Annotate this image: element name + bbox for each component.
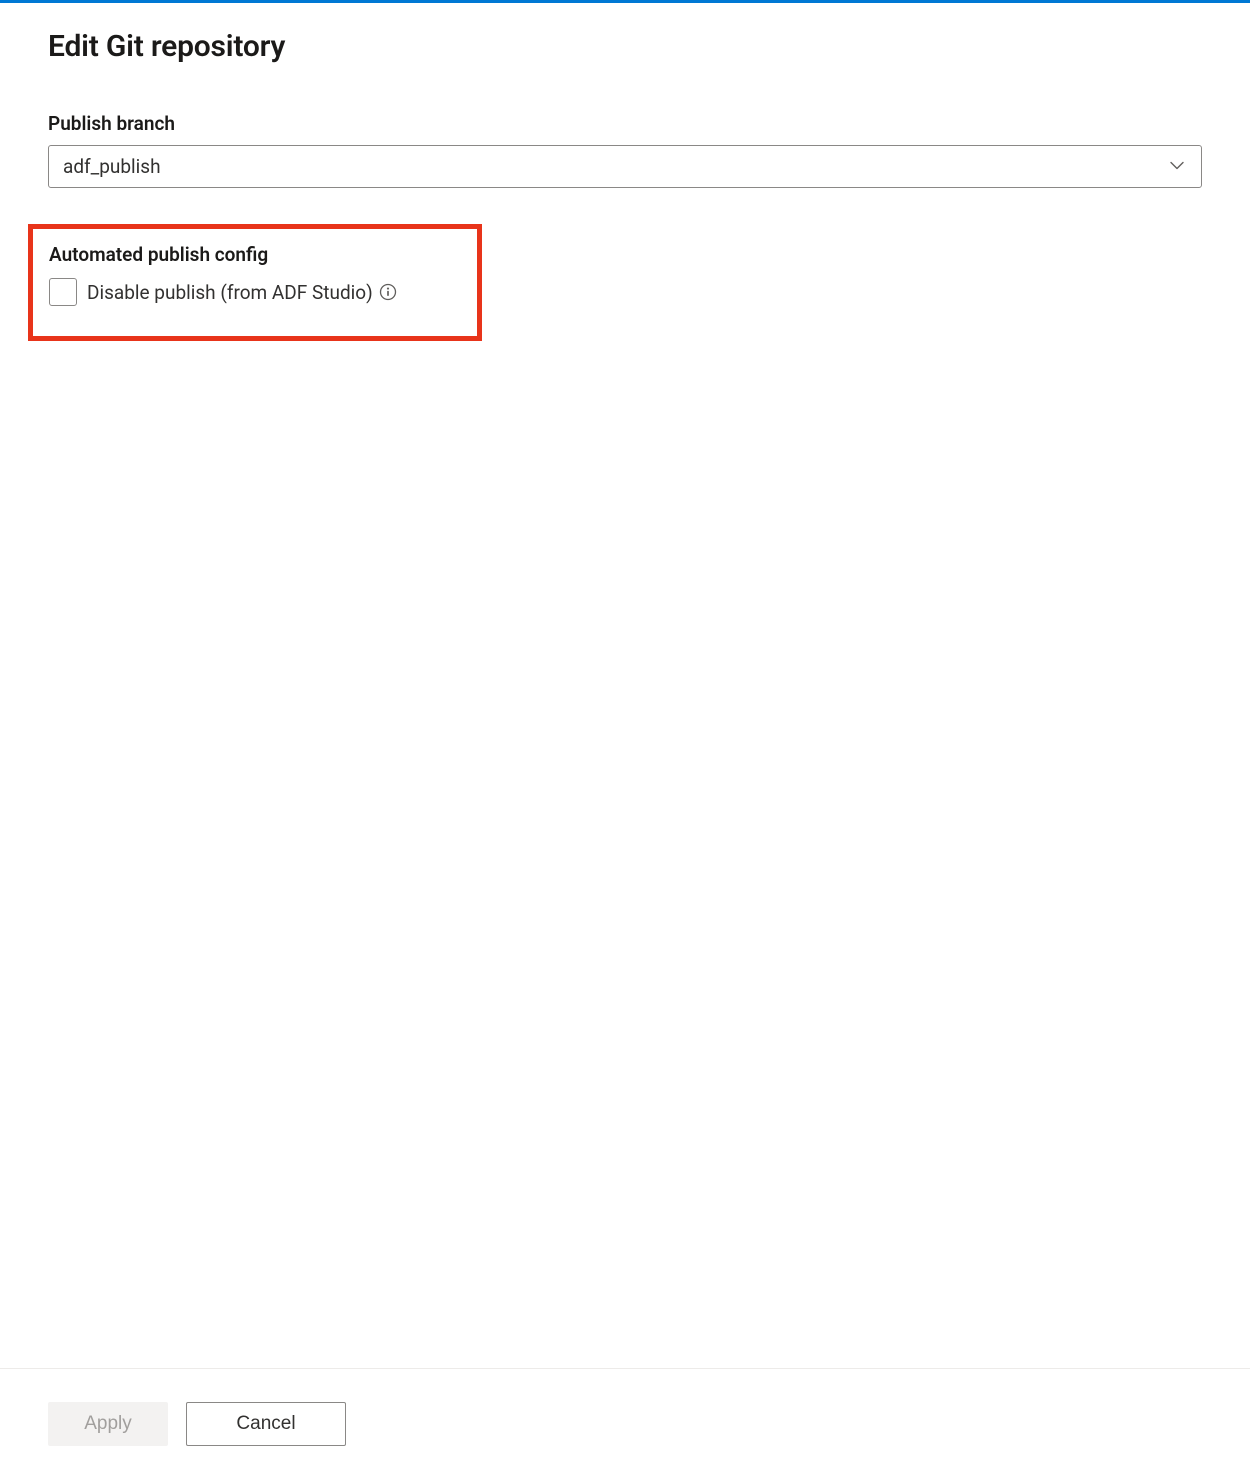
publish-branch-field: Publish branch adf_publish xyxy=(48,112,1202,188)
chevron-down-icon xyxy=(1169,155,1185,178)
disable-publish-label-text: Disable publish (from ADF Studio) xyxy=(87,281,373,304)
automated-publish-highlight: Automated publish config Disable publish… xyxy=(28,224,482,341)
disable-publish-checkbox[interactable] xyxy=(49,278,77,306)
publish-branch-dropdown[interactable]: adf_publish xyxy=(48,145,1202,188)
disable-publish-row: Disable publish (from ADF Studio) xyxy=(49,278,397,306)
info-icon[interactable] xyxy=(379,283,397,301)
footer: Apply Cancel xyxy=(0,1368,1250,1478)
page-title: Edit Git repository xyxy=(48,29,1202,64)
publish-branch-label: Publish branch xyxy=(48,112,1202,135)
apply-button[interactable]: Apply xyxy=(48,1402,168,1446)
cancel-button[interactable]: Cancel xyxy=(186,1402,346,1446)
disable-publish-label: Disable publish (from ADF Studio) xyxy=(87,281,397,304)
edit-git-repo-panel: Edit Git repository Publish branch adf_p… xyxy=(0,3,1250,1368)
publish-branch-value: adf_publish xyxy=(63,155,1161,178)
automated-publish-section-label: Automated publish config xyxy=(49,243,397,266)
